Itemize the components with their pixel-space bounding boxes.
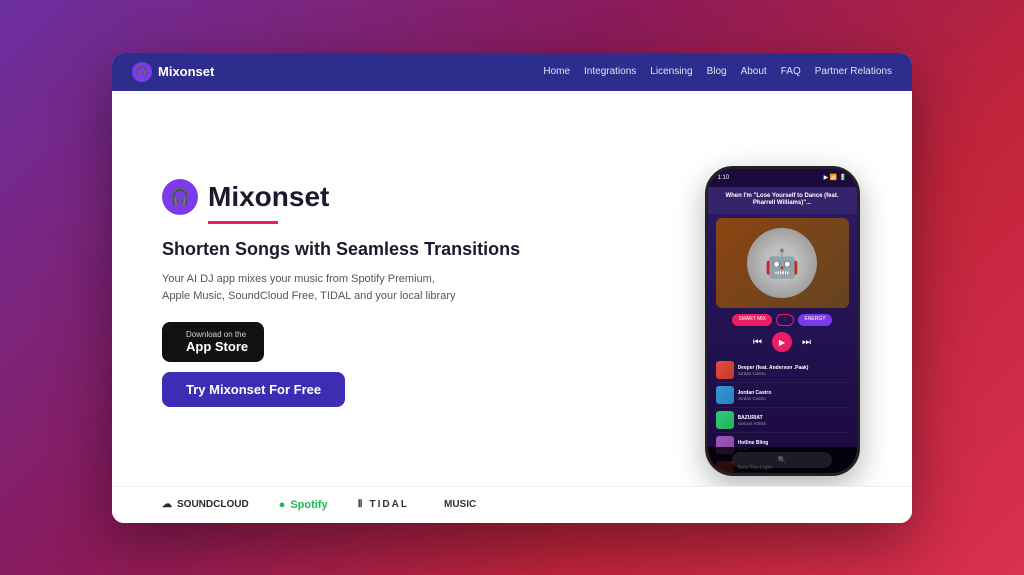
app-store-small-text: Download on the — [186, 330, 248, 339]
left-section: 🎧 Mixonset Shorten Songs with Seamless T… — [112, 91, 672, 486]
play-button[interactable]: ▶ — [772, 332, 792, 352]
right-section: 1:10 ▶ 📶 🔋 When I'm "Lose Yourself to Da… — [672, 91, 912, 486]
nav-links: Home Integrations Licensing Blog About F… — [543, 66, 892, 77]
spotify-text: Spotify — [290, 499, 327, 511]
hero-subtext: Your AI DJ app mixes your music from Spo… — [162, 271, 462, 304]
brand-row: 🎧 Mixonset — [162, 179, 642, 215]
apple-music-text: MUSIC — [444, 499, 476, 510]
album-art-person: 🤖 — [747, 228, 817, 298]
prev-button[interactable]: ⏮ — [753, 337, 762, 348]
mix-pill-heart[interactable]: ♡ — [776, 314, 794, 326]
nav-logo-icon: 🎧 — [132, 62, 152, 82]
song-artist-1: Jordan Castro — [738, 371, 849, 376]
song-artist-2: Jordan Castro — [738, 396, 849, 401]
song-info-1: Deeper (feat. Anderson .Paak) Jordan Cas… — [738, 365, 849, 376]
song-info-2: Jordan Castro Jordan Castro — [738, 390, 849, 401]
nav-link-faq[interactable]: FAQ — [781, 66, 801, 77]
playback-controls: ⏮ ▶ ⏭ — [708, 328, 857, 356]
search-bar-mini[interactable]: 🔍 — [732, 452, 832, 468]
phone-screen: 1:10 ▶ 📶 🔋 When I'm "Lose Yourself to Da… — [708, 169, 857, 473]
try-free-button[interactable]: Try Mixonset For Free — [162, 372, 345, 407]
nav-link-blog[interactable]: Blog — [707, 66, 727, 77]
nav-logo-text: Mixonset — [158, 64, 214, 79]
app-store-button[interactable]: Download on the App Store — [162, 322, 264, 362]
logos-section: ☁ SOUNDCLOUD ● Spotify Ⅱ TIDAL MUSIC — [112, 486, 912, 523]
tidal-icon: Ⅱ — [358, 499, 365, 510]
search-icon: 🔍 — [778, 456, 787, 464]
soundcloud-logo: ☁ SOUNDCLOUD — [162, 499, 249, 510]
app-store-large-text: App Store — [186, 339, 248, 354]
phone-status-bar: 1:10 ▶ 📶 🔋 — [708, 169, 857, 187]
song-artist-3: Various Artists — [738, 421, 849, 426]
now-playing-header: When I'm "Lose Yourself to Dance (feat. … — [708, 187, 857, 215]
brand-icon: 🎧 — [162, 179, 198, 215]
phone-mockup: 1:10 ▶ 📶 🔋 When I'm "Lose Yourself to Da… — [705, 166, 860, 476]
app-store-btn-text: Download on the App Store — [186, 330, 248, 354]
apple-music-logo: MUSIC — [439, 499, 476, 510]
nav-link-partner[interactable]: Partner Relations — [815, 66, 892, 77]
soundcloud-icon: ☁ — [162, 499, 172, 510]
next-button[interactable]: ⏭ — [802, 337, 811, 348]
nav-link-home[interactable]: Home — [543, 66, 570, 77]
song-item-1[interactable]: Deeper (feat. Anderson .Paak) Jordan Cas… — [716, 358, 849, 383]
mix-controls: SMART MIX ♡ ENERGY — [708, 312, 857, 328]
hero-headline: Shorten Songs with Seamless Transitions — [162, 238, 642, 261]
phone-icons: ▶ 📶 🔋 — [824, 174, 847, 181]
song-thumb-1 — [716, 361, 734, 379]
brand-name: Mixonset — [208, 181, 329, 213]
nav-link-licensing[interactable]: Licensing — [650, 66, 692, 77]
song-thumb-2 — [716, 386, 734, 404]
mix-pill-energy[interactable]: ENERGY — [798, 314, 831, 326]
now-playing-title: When I'm "Lose Yourself to Dance (feat. … — [716, 193, 849, 209]
browser-window: 🎧 Mixonset Home Integrations Licensing B… — [112, 53, 912, 523]
nav-logo: 🎧 Mixonset — [132, 62, 214, 82]
nav-link-integrations[interactable]: Integrations — [584, 66, 636, 77]
album-art-area: 🤖 — [716, 218, 849, 308]
nav-link-about[interactable]: About — [741, 66, 767, 77]
song-thumb-3 — [716, 411, 734, 429]
spotify-icon: ● — [279, 499, 286, 511]
soundcloud-text: SOUNDCLOUD — [177, 499, 249, 510]
song-info-3: BAZURIAT Various Artists — [738, 415, 849, 426]
song-item-3[interactable]: BAZURIAT Various Artists — [716, 408, 849, 433]
brand-underline — [208, 221, 278, 224]
navbar: 🎧 Mixonset Home Integrations Licensing B… — [112, 53, 912, 91]
main-content: 🎧 Mixonset Shorten Songs with Seamless T… — [112, 91, 912, 486]
tidal-logo: Ⅱ TIDAL — [358, 499, 409, 510]
mix-pill-smart[interactable]: SMART MIX — [732, 314, 772, 326]
song-item-2[interactable]: Jordan Castro Jordan Castro — [716, 383, 849, 408]
tidal-text: TIDAL — [370, 499, 409, 510]
phone-bottom-bar: 🔍 — [708, 447, 857, 473]
phone-time: 1:10 — [718, 175, 730, 181]
spotify-logo: ● Spotify — [279, 499, 328, 511]
